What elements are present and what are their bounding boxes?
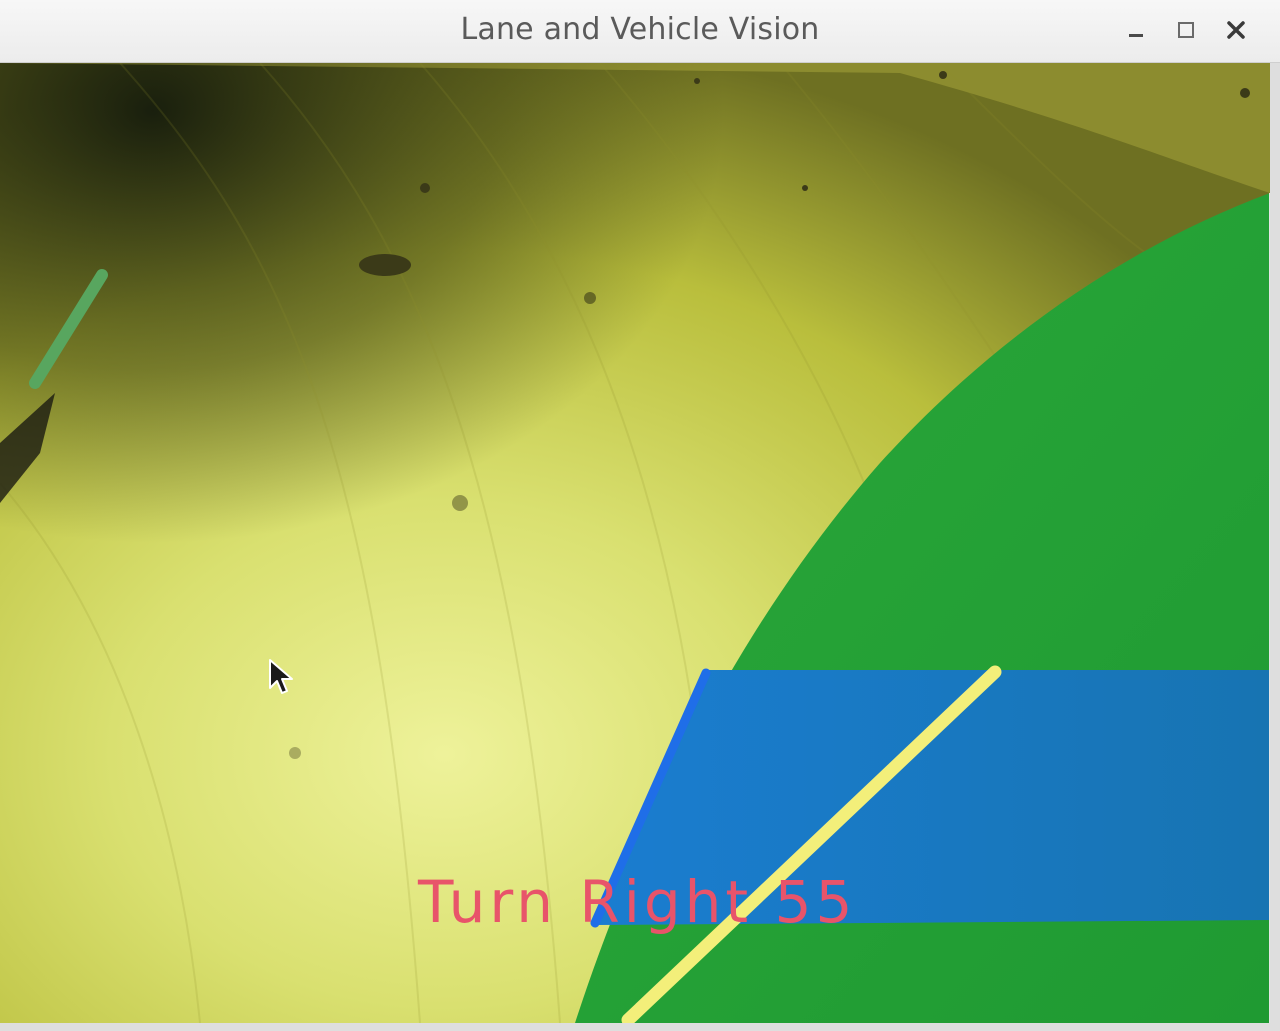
- title-bar[interactable]: Lane and Vehicle Vision: [0, 0, 1280, 63]
- minimize-button[interactable]: [1122, 16, 1150, 44]
- window-title: Lane and Vehicle Vision: [460, 12, 820, 47]
- window-border-right: [1270, 63, 1280, 1031]
- mouse-pointer-icon: [269, 659, 293, 694]
- steering-instruction: Turn Right 55: [418, 868, 857, 936]
- minimize-icon: [1129, 34, 1143, 37]
- maximize-button[interactable]: [1172, 16, 1200, 44]
- window-controls: [1122, 10, 1250, 50]
- camera-view: Turn Right 55: [0, 63, 1270, 1023]
- app-window: Lane and Vehicle Vision Turn Right 55: [0, 0, 1280, 1031]
- maximize-icon: [1178, 22, 1194, 38]
- window-border-bottom: [0, 1023, 1280, 1031]
- close-button[interactable]: [1222, 16, 1250, 44]
- close-icon: [1227, 21, 1245, 39]
